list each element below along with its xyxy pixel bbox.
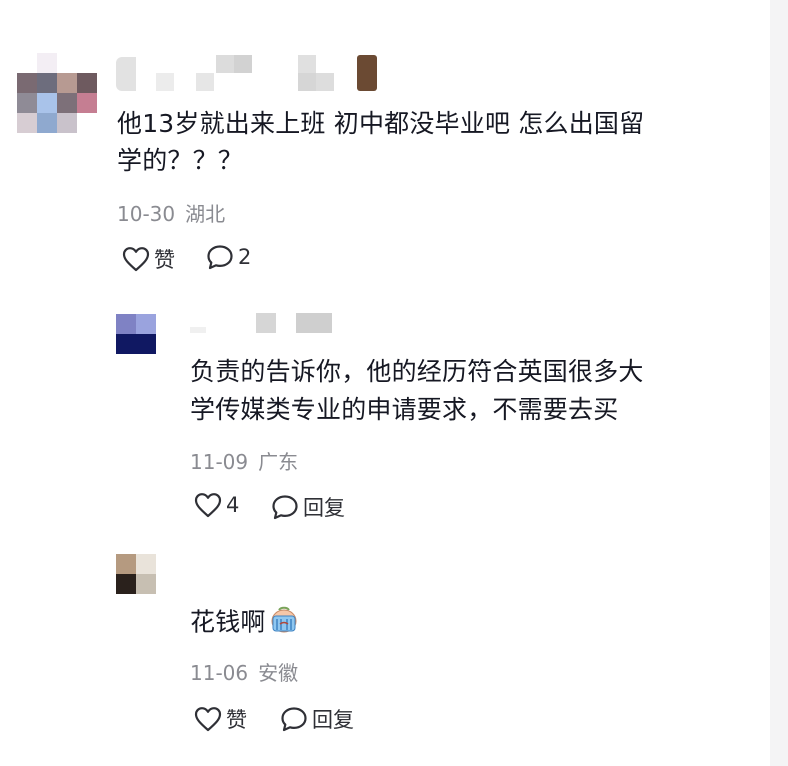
reply-label: 回复 bbox=[303, 496, 345, 520]
comment-location: 湖北 bbox=[185, 202, 226, 226]
like-button[interactable]: 赞 bbox=[194, 704, 247, 734]
comment-meta: 11-06 安徽 bbox=[190, 657, 308, 686]
reply-count: 2 bbox=[238, 245, 252, 269]
comment-text: 花钱啊 bbox=[190, 607, 266, 637]
crying-emoji-icon bbox=[268, 603, 300, 644]
comment-text-line: 花钱啊 bbox=[190, 603, 300, 644]
comment-text-line: 学传媒类专业的申请要求，不需要去买 bbox=[190, 395, 619, 424]
like-label: 赞 bbox=[226, 708, 247, 732]
comment-text-line: 他13岁就出来上班 初中都没毕业吧 怎么出国留 bbox=[117, 109, 645, 138]
comment-meta: 10-30 湖北 bbox=[117, 198, 235, 227]
heart-icon bbox=[194, 707, 222, 732]
username-redacted[interactable] bbox=[190, 313, 340, 335]
reply-button[interactable]: 回复 bbox=[280, 704, 354, 734]
avatar[interactable] bbox=[17, 53, 97, 133]
avatar[interactable] bbox=[116, 314, 156, 354]
comment-bubble-icon bbox=[207, 245, 233, 270]
reply-label: 回复 bbox=[312, 708, 354, 732]
comment-text-line: 学的？？？ bbox=[117, 146, 244, 175]
comment-date: 11-09 bbox=[190, 450, 249, 474]
like-label: 赞 bbox=[154, 248, 175, 272]
like-button[interactable]: 4 bbox=[194, 492, 239, 518]
reply-button[interactable]: 2 bbox=[206, 244, 251, 270]
comment-location: 广东 bbox=[258, 450, 299, 474]
avatar[interactable] bbox=[116, 554, 156, 594]
comment-meta: 11-09 广东 bbox=[190, 446, 308, 475]
username-redacted[interactable] bbox=[116, 55, 381, 95]
comment-bubble-icon bbox=[281, 707, 307, 732]
comment-location: 安徽 bbox=[258, 661, 299, 685]
heart-icon bbox=[194, 493, 222, 518]
like-button[interactable]: 赞 bbox=[122, 244, 175, 274]
comment-text-line: 负责的告诉你，他的经历符合英国很多大 bbox=[190, 357, 644, 386]
comment-date: 11-06 bbox=[190, 661, 249, 685]
heart-icon bbox=[122, 247, 150, 272]
comment-bubble-icon bbox=[272, 495, 298, 520]
reply-button[interactable]: 回复 bbox=[271, 492, 345, 522]
scrollbar-track bbox=[770, 0, 788, 766]
comment-date: 10-30 bbox=[117, 202, 176, 226]
like-count: 4 bbox=[226, 493, 240, 517]
